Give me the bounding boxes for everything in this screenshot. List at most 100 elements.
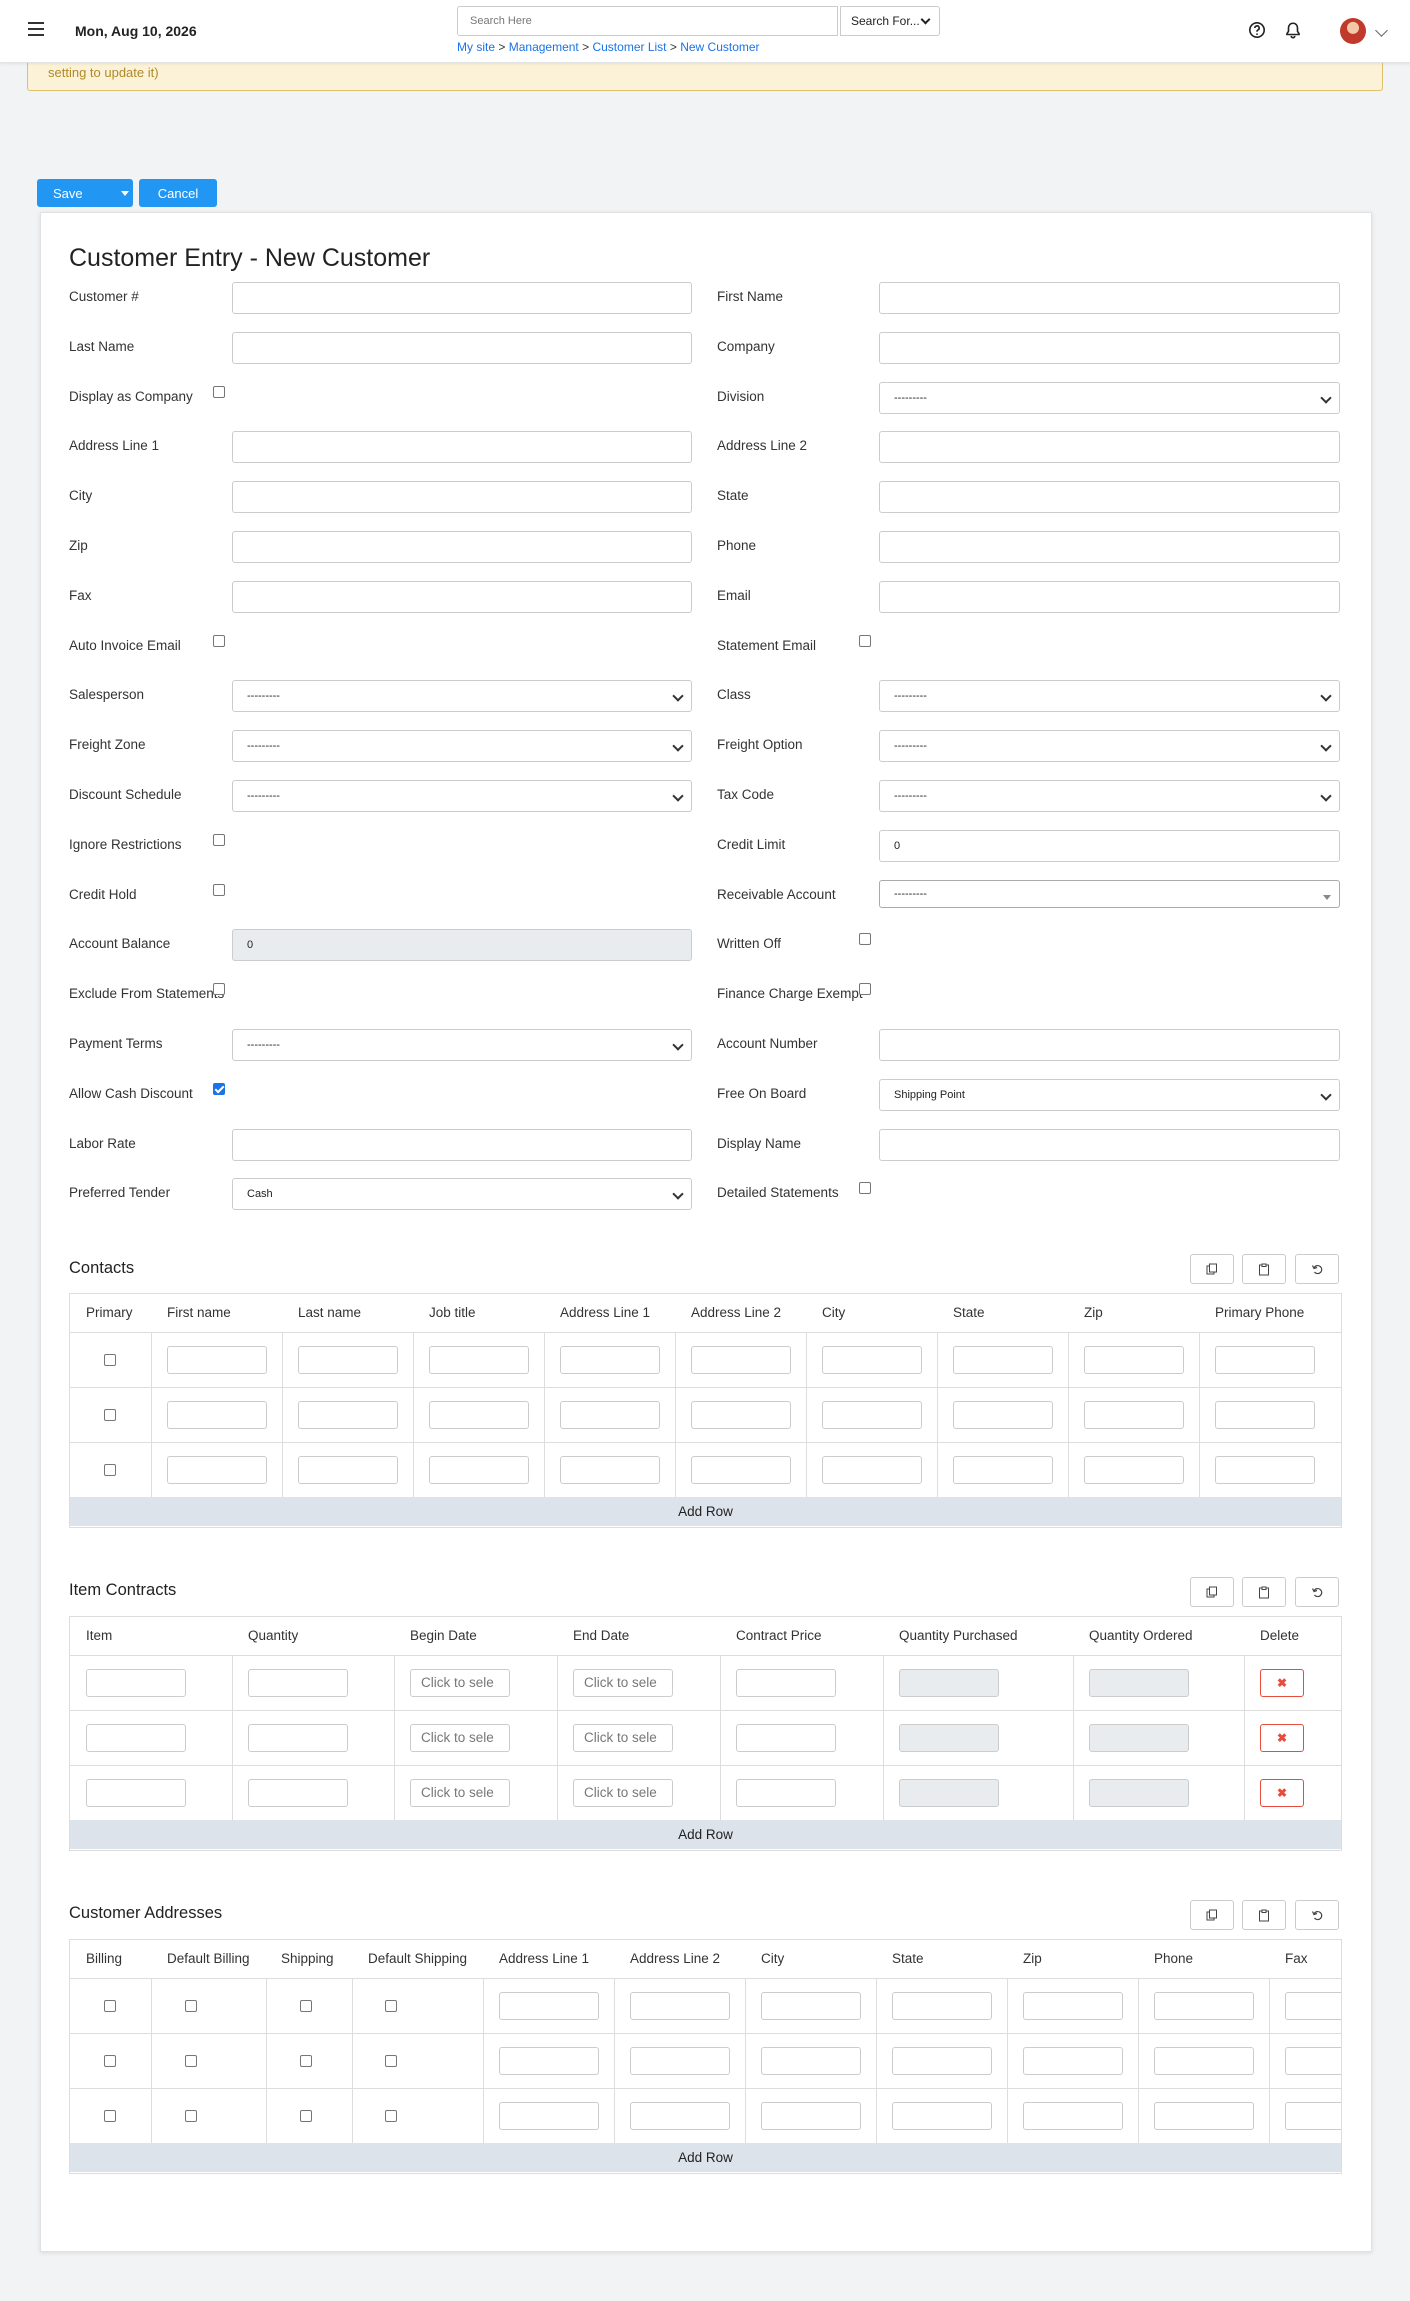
default-billing-checkbox[interactable] [185,2055,197,2067]
first-name-input[interactable] [167,1401,267,1429]
last-name-input[interactable] [298,1456,398,1484]
primary-phone-input[interactable] [1215,1401,1315,1429]
discount-schedule-select[interactable]: --------- [232,780,692,812]
item-input[interactable] [86,1669,186,1697]
city-input[interactable] [761,2102,861,2130]
zip-input[interactable] [232,531,692,563]
zip-input[interactable] [1023,1992,1123,2020]
begin-date-input[interactable]: Click to sele [410,1669,510,1697]
primary-phone-input[interactable] [1215,1456,1315,1484]
phone-input[interactable] [1154,2047,1254,2075]
last-name-input[interactable] [232,332,692,364]
payment-terms-select[interactable]: --------- [232,1029,692,1061]
address-line-2-input[interactable] [691,1456,791,1484]
end-date-input[interactable]: Click to sele [573,1779,673,1807]
written-off-checkbox[interactable] [859,933,871,945]
ignore-restrictions-checkbox[interactable] [213,834,225,846]
labor-rate-input[interactable] [232,1129,692,1161]
add-row-button[interactable]: Add Row [70,1497,1341,1526]
primary-checkbox[interactable] [104,1464,116,1476]
last-name-input[interactable] [298,1346,398,1374]
credit-hold-checkbox[interactable] [213,884,225,896]
city-input[interactable] [232,481,692,513]
quantity-input[interactable] [248,1724,348,1752]
copy-button[interactable] [1190,1900,1234,1930]
customer-input[interactable] [232,282,692,314]
state-input[interactable] [953,1346,1053,1374]
default-shipping-checkbox[interactable] [385,2110,397,2122]
default-shipping-checkbox[interactable] [385,2055,397,2067]
default-billing-checkbox[interactable] [185,2110,197,2122]
state-input[interactable] [892,1992,992,2020]
address-line-1-input[interactable] [499,1992,599,2020]
company-input[interactable] [879,332,1340,364]
undo-button[interactable] [1295,1577,1339,1607]
address-line-2-input[interactable] [630,1992,730,2020]
phone-input[interactable] [1154,1992,1254,2020]
address-line-1-input[interactable] [560,1401,660,1429]
add-row-button[interactable]: Add Row [70,2143,1341,2172]
shipping-checkbox[interactable] [300,2000,312,2012]
email-input[interactable] [879,581,1340,613]
copy-button[interactable] [1190,1577,1234,1607]
address-line-2-input[interactable] [879,431,1340,463]
state-input[interactable] [953,1456,1053,1484]
begin-date-input[interactable]: Click to sele [410,1779,510,1807]
account-number-input[interactable] [879,1029,1340,1061]
class-select[interactable]: --------- [879,680,1340,712]
credit-limit-input[interactable]: 0 [879,830,1340,862]
exclude-from-statements-checkbox[interactable] [213,983,225,995]
address-line-1-input[interactable] [499,2047,599,2075]
job-title-input[interactable] [429,1456,529,1484]
begin-date-input[interactable]: Click to sele [410,1724,510,1752]
city-input[interactable] [822,1401,922,1429]
division-select[interactable]: --------- [879,382,1340,414]
address-line-2-input[interactable] [630,2102,730,2130]
address-line-1-input[interactable] [499,2102,599,2130]
breadcrumb-management[interactable]: Management [509,40,579,54]
fax-input[interactable] [1285,2047,1341,2075]
state-input[interactable] [892,2102,992,2130]
search-input[interactable]: Search Here [457,6,838,36]
state-input[interactable] [892,2047,992,2075]
quantity-input[interactable] [248,1779,348,1807]
first-name-input[interactable] [879,282,1340,314]
fax-input[interactable] [1285,1992,1341,2020]
phone-input[interactable] [1154,2102,1254,2130]
display-name-input[interactable] [879,1129,1340,1161]
help-icon[interactable] [1248,21,1266,39]
contract-price-input[interactable] [736,1669,836,1697]
paste-button[interactable] [1242,1900,1286,1930]
address-line-2-input[interactable] [630,2047,730,2075]
address-line-1-input[interactable] [232,431,692,463]
address-line-1-input[interactable] [560,1346,660,1374]
phone-input[interactable] [879,531,1340,563]
display-as-company-checkbox[interactable] [213,386,225,398]
default-billing-checkbox[interactable] [185,2000,197,2012]
billing-checkbox[interactable] [104,2055,116,2067]
first-name-input[interactable] [167,1346,267,1374]
end-date-input[interactable]: Click to sele [573,1724,673,1752]
fax-input[interactable] [1285,2102,1341,2130]
contract-price-input[interactable] [736,1724,836,1752]
last-name-input[interactable] [298,1401,398,1429]
contract-price-input[interactable] [736,1779,836,1807]
tax-code-select[interactable]: --------- [879,780,1340,812]
zip-input[interactable] [1023,2102,1123,2130]
statement-email-checkbox[interactable] [859,635,871,647]
billing-checkbox[interactable] [104,2000,116,2012]
city-input[interactable] [761,2047,861,2075]
save-button[interactable]: Save [37,179,133,207]
first-name-input[interactable] [167,1456,267,1484]
delete-row-button[interactable]: ✖ [1260,1779,1304,1807]
preferred-tender-select[interactable]: Cash [232,1178,692,1210]
state-input[interactable] [953,1401,1053,1429]
finance-charge-exempt-checkbox[interactable] [859,983,871,995]
state-input[interactable] [879,481,1340,513]
caret-down-icon[interactable] [121,190,129,196]
default-shipping-checkbox[interactable] [385,2000,397,2012]
undo-button[interactable] [1295,1254,1339,1284]
delete-row-button[interactable]: ✖ [1260,1669,1304,1697]
zip-input[interactable] [1084,1401,1184,1429]
primary-checkbox[interactable] [104,1409,116,1421]
